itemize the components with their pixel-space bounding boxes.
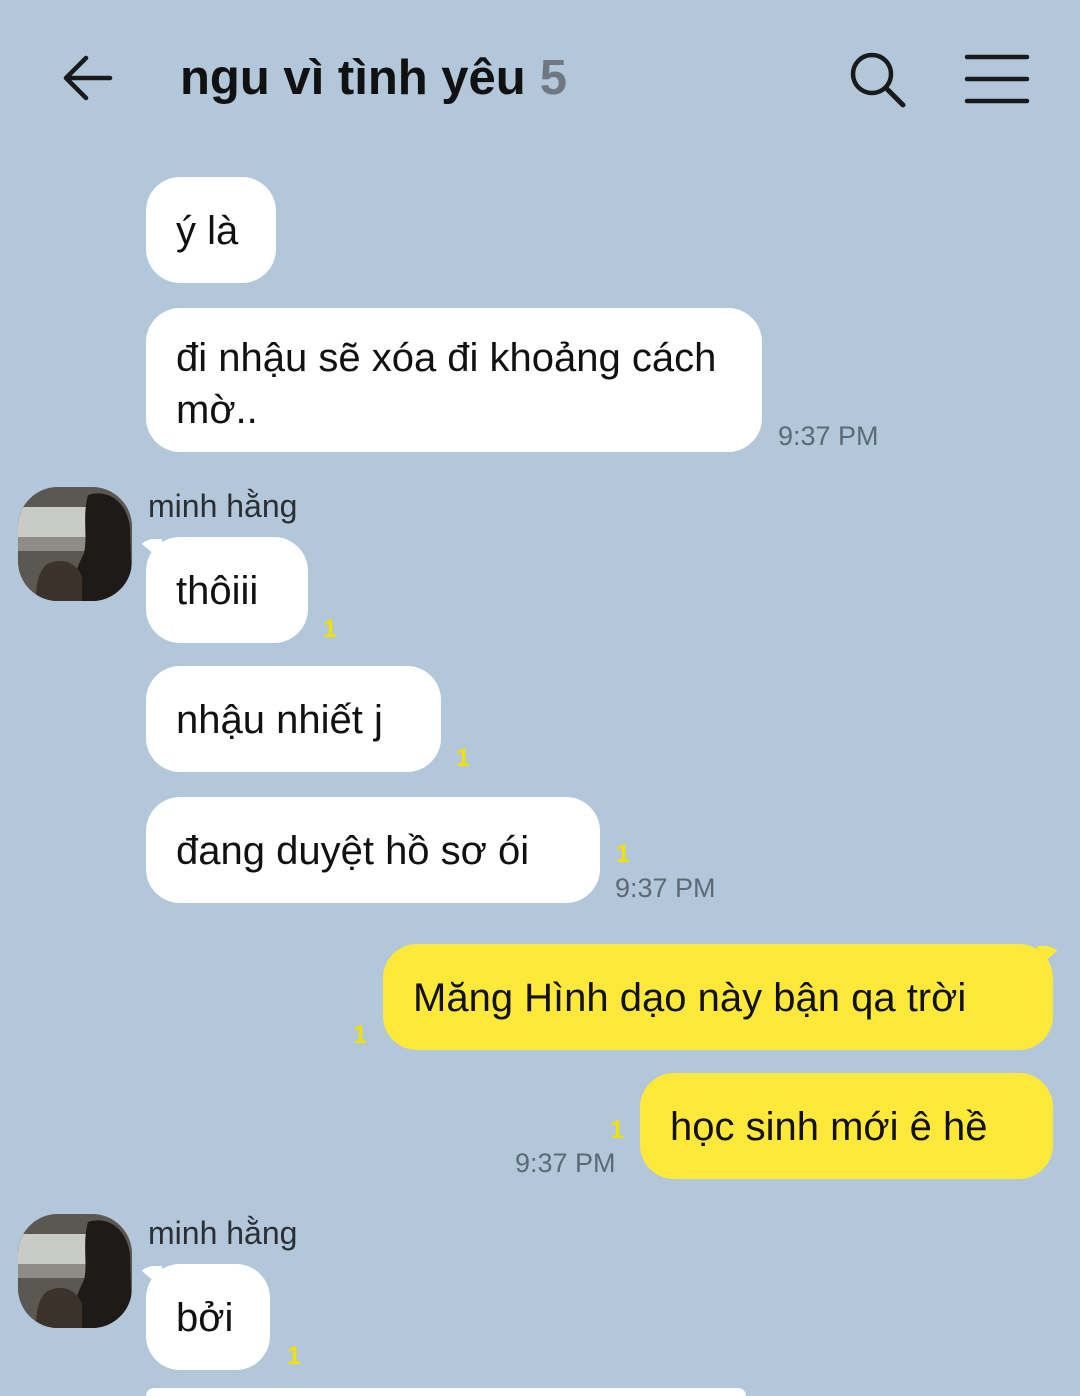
message-bubble[interactable]: ý là	[146, 177, 276, 283]
message-bubble[interactable]: thôiii	[146, 537, 308, 643]
unread-count: 1	[610, 1116, 624, 1144]
avatar[interactable]	[18, 487, 132, 601]
message-text: đi nhậu sẽ xóa đi khoảng cách mờ..	[176, 336, 717, 432]
search-button[interactable]	[846, 48, 908, 110]
search-icon	[850, 52, 906, 108]
message-text: bởi	[176, 1296, 234, 1340]
message-bubble-outgoing[interactable]: học sinh mới ê hề	[640, 1073, 1053, 1179]
message-timestamp: 9:37 PM	[778, 421, 879, 451]
message-text: học sinh mới ê hề	[670, 1105, 988, 1149]
message-bubble-outgoing[interactable]: Măng Hình dạo này bận qa trời	[383, 944, 1053, 1050]
back-arrow-icon	[63, 55, 113, 101]
message-timestamp: 9:37 PM	[515, 1148, 616, 1178]
message-text: đang duyệt hồ sơ ói	[176, 829, 530, 873]
message-text: thôiii	[176, 569, 259, 613]
avatar[interactable]	[18, 1214, 132, 1328]
sender-name: minh hằng	[148, 488, 298, 524]
menu-button[interactable]	[964, 52, 1030, 106]
message-timestamp: 9:37 PM	[615, 873, 716, 903]
unread-count: 1	[616, 840, 630, 868]
message-text: ý là	[176, 209, 239, 253]
avatar-photo	[18, 487, 132, 601]
message-bubble-partial[interactable]	[146, 1388, 746, 1396]
hamburger-menu-icon	[964, 54, 1030, 104]
unread-count: 1	[323, 615, 337, 643]
unread-count: 1	[287, 1342, 301, 1370]
chat-name: ngu vì tình yêu	[180, 51, 526, 105]
message-bubble[interactable]: bởi	[146, 1264, 270, 1370]
avatar-photo	[18, 1214, 132, 1328]
chat-title: ngu vì tình yêu 5	[180, 50, 567, 106]
sender-name: minh hằng	[148, 1215, 298, 1251]
unread-count: 1	[456, 744, 470, 772]
message-text: nhậu nhiết j	[176, 698, 383, 742]
message-text: Măng Hình dạo này bận qa trời	[413, 976, 967, 1020]
message-bubble[interactable]: đi nhậu sẽ xóa đi khoảng cách mờ..	[146, 308, 762, 452]
message-bubble[interactable]: nhậu nhiết j	[146, 666, 441, 772]
back-button[interactable]	[56, 48, 118, 108]
unread-count: 1	[353, 1021, 367, 1049]
member-count: 5	[539, 51, 567, 105]
message-bubble[interactable]: đang duyệt hồ sơ ói	[146, 797, 600, 903]
